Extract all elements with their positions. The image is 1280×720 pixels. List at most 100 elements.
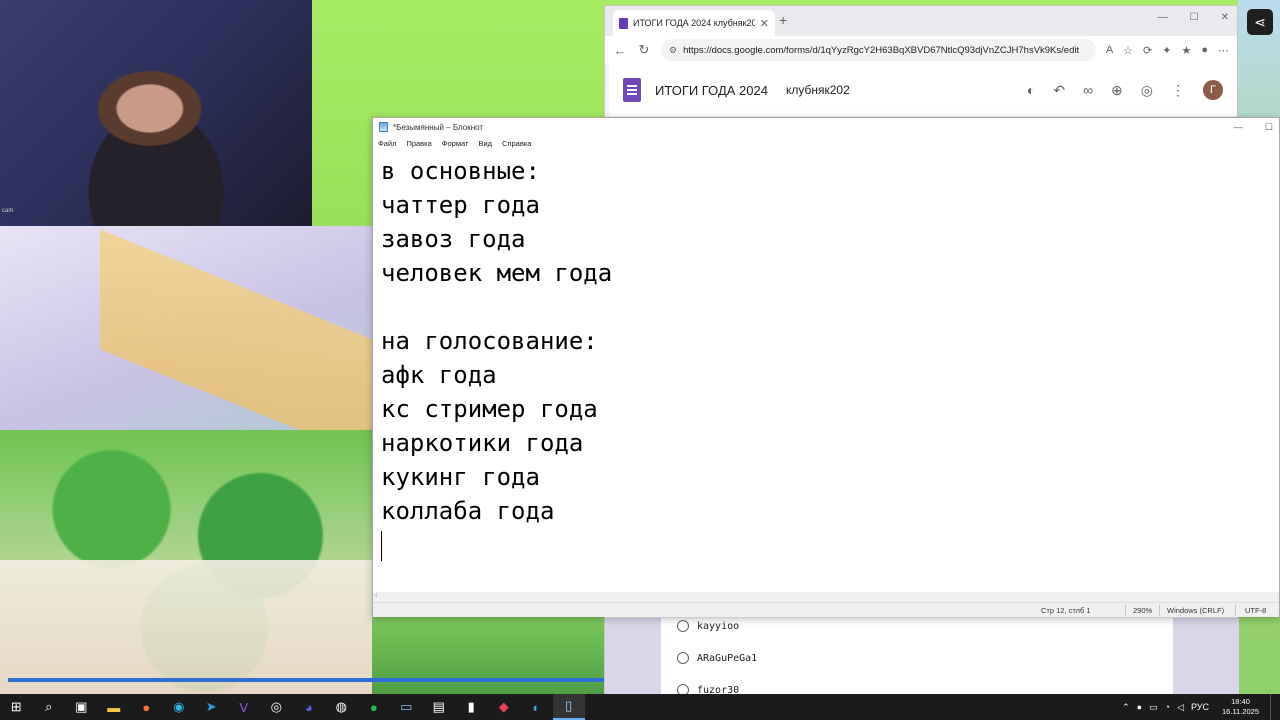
scroll-left-icon[interactable]: ‹ [375, 592, 377, 599]
steam-icon[interactable]: ◍ [325, 694, 358, 720]
browser-app-icon[interactable]: ◐ [520, 694, 553, 720]
translate-icon[interactable]: A [1106, 44, 1113, 56]
radio-option[interactable]: ARaGuPeGa1 [677, 652, 757, 664]
puzzle-icon[interactable]: ✦ [1162, 44, 1171, 57]
zoom-level: 290% [1133, 606, 1153, 615]
webcam-overlay: cam [0, 0, 312, 226]
browser-tab[interactable]: ИТОГИ ГОДА 2024 клубняк2024 ✕ [613, 10, 775, 36]
text-line: завоз года [381, 225, 526, 253]
form-folder[interactable]: клубняк202 [786, 83, 850, 97]
text-line: на голосование: [381, 327, 598, 355]
wifi-icon[interactable]: ◔ [1165, 702, 1170, 712]
text-line: кукинг года [381, 463, 540, 491]
terminal-icon[interactable]: ▮ [455, 694, 488, 720]
notepad-app-icon [379, 122, 388, 132]
share-icon[interactable]: ⋖ [1247, 9, 1273, 35]
search-icon[interactable]: ⌕ [33, 694, 66, 720]
app-icon[interactable]: ▤ [423, 694, 456, 720]
radio-icon[interactable] [677, 652, 689, 664]
avatar[interactable]: Г [1203, 80, 1223, 100]
extension-icon[interactable]: ⟳ [1143, 44, 1152, 57]
menu-edit[interactable]: Правка [406, 139, 431, 148]
text-line: в основные: [381, 157, 540, 185]
discord-icon[interactable]: ◕ [293, 694, 326, 720]
profile-icon[interactable]: ● [1201, 44, 1208, 56]
spotify-icon[interactable]: ● [358, 694, 391, 720]
google-forms-logo-icon[interactable] [623, 78, 641, 102]
radio-icon[interactable] [677, 620, 689, 632]
reload-icon[interactable]: ↻ [637, 42, 651, 58]
option-label: kayyioo [697, 620, 740, 632]
menu-help[interactable]: Справка [502, 139, 531, 148]
language-indicator[interactable]: РУС [1191, 702, 1209, 712]
monitor-app-icon[interactable]: ▭ [390, 694, 423, 720]
preview-icon[interactable]: ◎ [1141, 82, 1153, 99]
browser-window-controls: — ☐ ✕ [1158, 12, 1229, 23]
new-tab-button[interactable]: + [779, 12, 787, 28]
form-question-card: kayyioo ARaGuPeGa1 fuzor30 [661, 618, 1173, 696]
maximize-icon[interactable]: ☐ [1190, 12, 1199, 23]
bookmark-star-icon[interactable]: ☆ [1123, 44, 1133, 57]
text-line: чаттер года [381, 191, 540, 219]
notepad-text-area[interactable]: в основные: чаттер года завоз года челов… [373, 152, 1279, 592]
file-explorer-icon[interactable]: ▬ [98, 694, 131, 720]
notepad-taskbar-icon[interactable]: ▯ [552, 694, 585, 720]
notepad-window: *Безымянный – Блокнот — ☐ Файл Правка Фо… [372, 117, 1280, 617]
encoding: UTF-8 [1245, 606, 1267, 615]
browser-tabbar: ИТОГИ ГОДА 2024 клубняк2024 ✕ + — ☐ ✕ [605, 6, 1237, 36]
text-caret [381, 531, 382, 561]
link-icon[interactable]: ∞ [1083, 82, 1093, 98]
add-collaborator-icon[interactable]: ⊕ [1111, 82, 1123, 99]
minimize-icon[interactable]: — [1158, 12, 1168, 23]
tab-close-icon[interactable]: ✕ [760, 17, 769, 30]
text-line: наркотики года [381, 429, 584, 457]
show-desktop-button[interactable] [1270, 694, 1274, 720]
webcam-label: cam [2, 208, 14, 214]
volume-icon[interactable]: ◁ [1177, 702, 1184, 713]
task-view-icon[interactable]: ▣ [65, 694, 98, 720]
back-icon[interactable]: ← [613, 43, 627, 58]
line-ending: Windows (CRLF) [1167, 606, 1225, 615]
horizontal-scrollbar[interactable]: ‹ [373, 592, 1279, 602]
palette-icon[interactable]: ◐ [1027, 82, 1035, 98]
menu-file[interactable]: Файл [378, 139, 396, 148]
game-launcher-icon[interactable]: ◆ [488, 694, 521, 720]
text-line: кс стример года [381, 395, 598, 423]
cursor-position: Стр 12, стлб 1 [1041, 606, 1091, 615]
more-vert-icon[interactable]: ⋮ [1171, 82, 1185, 99]
microphone-icon[interactable]: ● [1137, 702, 1142, 712]
favorites-icon[interactable]: ★ [1181, 44, 1191, 57]
menu-view[interactable]: Вид [478, 139, 492, 148]
system-tray: ⌃ ● ▭ ◔ ◁ РУС 18:40 16.11.2025 [1122, 694, 1280, 720]
more-menu-icon[interactable]: ⋯ [1218, 44, 1229, 57]
minimize-icon[interactable]: — [1234, 122, 1243, 133]
clock[interactable]: 18:40 16.11.2025 [1222, 697, 1259, 717]
firefox-icon[interactable]: ● [130, 694, 163, 720]
menu-format[interactable]: Формат [442, 139, 469, 148]
clock-time: 18:40 [1231, 697, 1250, 706]
option-label: ARaGuPeGa1 [697, 652, 758, 664]
browser-toolbar: ← ↻ ⚙ https://docs.google.com/forms/d/1q… [605, 36, 1237, 64]
notepad-titlebar[interactable]: *Безымянный – Блокнот — ☐ [373, 118, 1279, 136]
edge-icon[interactable]: ◉ [163, 694, 196, 720]
maximize-icon[interactable]: ☐ [1265, 122, 1273, 133]
vscode-icon[interactable]: V [228, 694, 261, 720]
notepad-statusbar: Стр 12, стлб 1 290% Windows (CRLF) UTF-8 [373, 602, 1279, 617]
tray-overflow-icon[interactable]: ⌃ [1122, 702, 1130, 713]
stream-progress-bar [8, 678, 604, 682]
notepad-title: *Безымянный – Блокнот [393, 122, 484, 132]
address-bar[interactable]: ⚙ https://docs.google.com/forms/d/1qYyzR… [661, 39, 1096, 61]
network-icon[interactable]: ▭ [1149, 702, 1158, 713]
form-body: kayyioo ARaGuPeGa1 fuzor30 [605, 618, 1239, 696]
radio-option[interactable]: kayyioo [677, 620, 739, 632]
undo-icon[interactable]: ↶ [1053, 82, 1065, 99]
form-title[interactable]: ИТОГИ ГОДА 2024 [655, 83, 768, 98]
notepad-window-controls: — ☐ [1234, 122, 1273, 133]
tab-title: ИТОГИ ГОДА 2024 клубняк2024 [633, 18, 755, 28]
telegram-icon[interactable]: ➤ [195, 694, 228, 720]
start-windows-icon[interactable]: ⊞ [0, 694, 33, 720]
close-icon[interactable]: ✕ [1221, 12, 1229, 23]
notepad-menubar: Файл Правка Формат Вид Справка [373, 136, 1279, 150]
obs-icon[interactable]: ◎ [260, 694, 293, 720]
site-info-icon[interactable]: ⚙ [669, 45, 677, 56]
